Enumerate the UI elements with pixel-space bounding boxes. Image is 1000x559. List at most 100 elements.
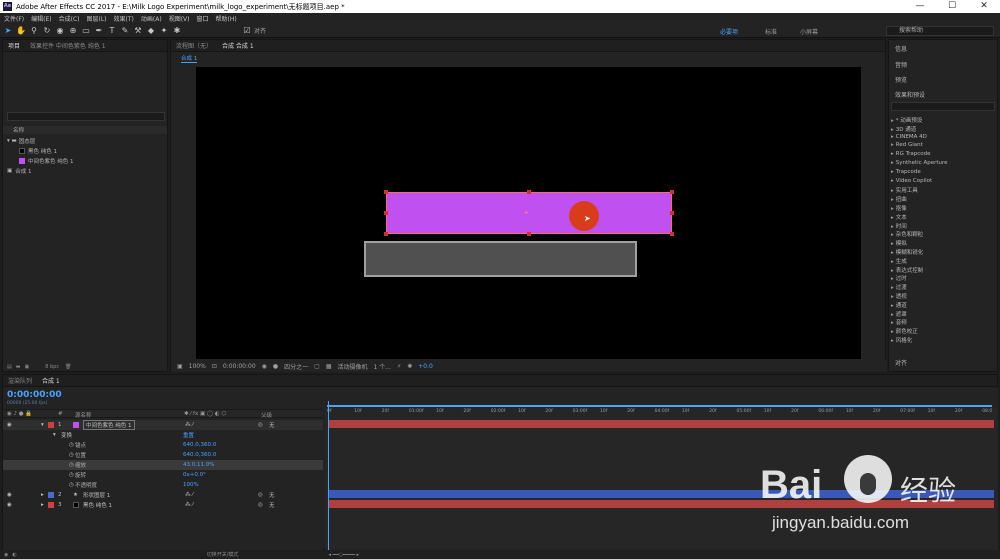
pen-tool-icon[interactable]: ✒ bbox=[94, 26, 104, 36]
fit-icon[interactable]: ⊡ bbox=[212, 363, 217, 370]
layer-label-color[interactable] bbox=[48, 422, 54, 428]
effect-category[interactable]: ▸ Red Giant bbox=[891, 142, 923, 148]
effect-category[interactable]: ▸ 杂色和颗粒 bbox=[891, 230, 923, 238]
reset-link[interactable]: 重置 bbox=[183, 431, 194, 439]
project-item-black-solid[interactable]: 黑色 纯色 1 bbox=[19, 146, 57, 155]
workspace-small-screen[interactable]: 小屏幕 bbox=[800, 27, 818, 36]
tab-composition[interactable]: 合成 合成 1 bbox=[217, 41, 259, 50]
zoom-slider[interactable]: ◂ ━━○━━━━ ▸ bbox=[328, 552, 359, 558]
effect-category[interactable]: ▸ 模糊和锐化 bbox=[891, 248, 923, 256]
exposure-value[interactable]: +0.0 bbox=[418, 363, 433, 370]
project-item-comp[interactable]: ▣ 合成 1 bbox=[7, 166, 31, 175]
menu-edit[interactable]: 编辑(E) bbox=[31, 14, 51, 23]
transform-handle[interactable] bbox=[527, 232, 531, 236]
property-value[interactable]: 0x+0.0° bbox=[183, 472, 206, 478]
selection-tool-icon[interactable]: ➤ bbox=[3, 26, 13, 36]
transform-handle[interactable] bbox=[670, 190, 674, 194]
parent-select[interactable]: 无 bbox=[269, 501, 275, 509]
effect-category[interactable]: ▸ 通道 bbox=[891, 301, 907, 309]
comp-flowchart-icon[interactable]: ◉ bbox=[4, 552, 8, 558]
gray-shape-layer[interactable] bbox=[364, 241, 637, 277]
stopwatch-icon[interactable]: ◷ bbox=[69, 462, 74, 468]
expand-arrow-icon[interactable]: ▸ bbox=[41, 502, 44, 508]
project-item-folder[interactable]: ▾ ▬ 固态层 bbox=[7, 136, 35, 145]
effect-category[interactable]: ▸ 时间 bbox=[891, 222, 907, 230]
views-select[interactable]: 1 个... bbox=[374, 362, 391, 371]
search-help-input[interactable]: 搜索帮助 bbox=[886, 26, 994, 36]
transform-handle[interactable] bbox=[384, 190, 388, 194]
effect-category[interactable]: ▸ 生成 bbox=[891, 257, 907, 265]
effect-category[interactable]: ▸ RG Trapcode bbox=[891, 151, 931, 157]
align-panel-header[interactable]: 对齐 bbox=[895, 358, 907, 367]
menu-window[interactable]: 窗口 bbox=[196, 14, 208, 23]
menu-file[interactable]: 文件(F) bbox=[4, 14, 24, 23]
transform-handle[interactable] bbox=[670, 211, 674, 215]
effect-category[interactable]: ▸ 过时 bbox=[891, 274, 907, 282]
source-name-header[interactable]: 源名称 bbox=[75, 411, 92, 419]
snapshot-icon[interactable]: ◉ bbox=[262, 363, 267, 370]
project-item-purple-solid[interactable]: 中间色紫色 纯色 1 bbox=[19, 156, 74, 165]
effect-category[interactable]: ▸ 文本 bbox=[891, 213, 907, 221]
effect-category[interactable]: ▸ 3D 通道 bbox=[891, 125, 916, 133]
expand-arrow-icon[interactable]: ▸ bbox=[891, 241, 894, 247]
layer-1-duration-bar[interactable] bbox=[329, 420, 994, 428]
shy-icon[interactable]: ⁂ ⁄ bbox=[185, 492, 193, 498]
tab-effect-controls[interactable]: 效果控件 中间色紫色 纯色 1 bbox=[25, 41, 111, 50]
effect-category[interactable]: ▸ * 动画预设 bbox=[891, 116, 922, 124]
purple-solid-layer[interactable] bbox=[386, 192, 672, 234]
tab-render-queue[interactable]: 渲染队列 bbox=[3, 376, 37, 385]
timecode-display[interactable]: 0:00:00:00 bbox=[223, 363, 256, 370]
rotate-tool-icon[interactable]: ↻ bbox=[42, 26, 52, 36]
interpret-footage-icon[interactable]: ▤ bbox=[7, 364, 12, 370]
brush-tool-icon[interactable]: ✎ bbox=[120, 26, 130, 36]
transform-handle[interactable] bbox=[670, 232, 674, 236]
visibility-eye-icon[interactable]: ◉ bbox=[7, 502, 12, 508]
name-column-header[interactable]: 名称 bbox=[13, 128, 24, 134]
eraser-tool-icon[interactable]: ◆ bbox=[146, 26, 156, 36]
expand-arrow-icon[interactable]: ▾ bbox=[53, 432, 56, 438]
shy-icon[interactable]: ⁂ ⁄ bbox=[185, 422, 193, 428]
parent-pickwhip-icon[interactable]: ◎ bbox=[258, 492, 263, 498]
camera-select[interactable]: 活动摄像机 bbox=[338, 362, 368, 371]
transform-handle[interactable] bbox=[527, 190, 531, 194]
new-comp-icon[interactable]: ▣ bbox=[24, 364, 29, 370]
effect-category[interactable]: ▸ Trapcode bbox=[891, 169, 921, 175]
transform-handle[interactable] bbox=[384, 232, 388, 236]
time-navigator[interactable] bbox=[325, 387, 998, 408]
layer-row[interactable]: ◉ ▾ 1 中间色紫色 纯色 1 ⁂ ⁄ ◎ 无 bbox=[3, 420, 323, 430]
menu-effect[interactable]: 效果(T) bbox=[114, 14, 134, 23]
effect-category[interactable]: ▸ 表达式控制 bbox=[891, 266, 923, 274]
expand-arrow-icon[interactable]: ▸ bbox=[891, 142, 894, 148]
parent-header[interactable]: 父级 bbox=[261, 411, 272, 419]
stopwatch-icon[interactable]: ◷ bbox=[69, 472, 74, 478]
property-row[interactable]: ◷ 不透明度 100% bbox=[3, 480, 323, 490]
region-of-interest-icon[interactable]: ▢ bbox=[314, 363, 320, 370]
visibility-eye-icon[interactable]: ◉ bbox=[7, 422, 12, 428]
resolution-select[interactable]: 四分之一 bbox=[284, 362, 308, 371]
roto-brush-tool-icon[interactable]: ✦ bbox=[159, 26, 169, 36]
layer-label-color[interactable] bbox=[48, 502, 54, 508]
anchor-point-icon[interactable]: ⌖ bbox=[524, 208, 529, 218]
expand-arrow-icon[interactable]: ▸ bbox=[891, 169, 894, 175]
workspace-standard[interactable]: 标准 bbox=[765, 27, 777, 36]
expand-arrow-icon[interactable]: ▸ bbox=[891, 312, 894, 318]
transparency-grid-icon[interactable]: ▦ bbox=[326, 363, 332, 370]
audio-panel-header[interactable]: 音频 bbox=[895, 60, 907, 69]
info-panel-header[interactable]: 信息 bbox=[895, 44, 907, 53]
layer-row[interactable]: ◉ ▸ 3 黑色 纯色 1 ⁂ ⁄ ◎ 无 bbox=[3, 500, 323, 510]
expand-arrow-icon[interactable]: ▸ bbox=[891, 268, 894, 274]
expand-arrow-icon[interactable]: ▸ bbox=[891, 160, 894, 166]
preview-panel-header[interactable]: 预览 bbox=[895, 75, 907, 84]
effect-category[interactable]: ▸ 透视 bbox=[891, 292, 907, 300]
effect-category[interactable]: ▸ 遮罩 bbox=[891, 310, 907, 318]
effect-category[interactable]: ▸ 模拟 bbox=[891, 239, 907, 247]
new-folder-icon[interactable]: ▬ bbox=[16, 364, 21, 370]
expand-arrow-icon[interactable]: ▸ bbox=[891, 197, 894, 203]
layer-row[interactable]: ◉ ▸ 2 ★ 形状图层 1 ⁂ ⁄ ◎ 无 bbox=[3, 490, 323, 500]
tab-project[interactable]: 项目 bbox=[3, 41, 25, 50]
effect-category[interactable]: ▸ 风格化 bbox=[891, 336, 912, 344]
puppet-tool-icon[interactable]: ✱ bbox=[172, 26, 182, 36]
expand-arrow-icon[interactable]: ▸ bbox=[891, 224, 894, 230]
effect-category[interactable]: ▸ 实用工具 bbox=[891, 186, 918, 194]
menu-animation[interactable]: 动画(A) bbox=[141, 14, 162, 23]
